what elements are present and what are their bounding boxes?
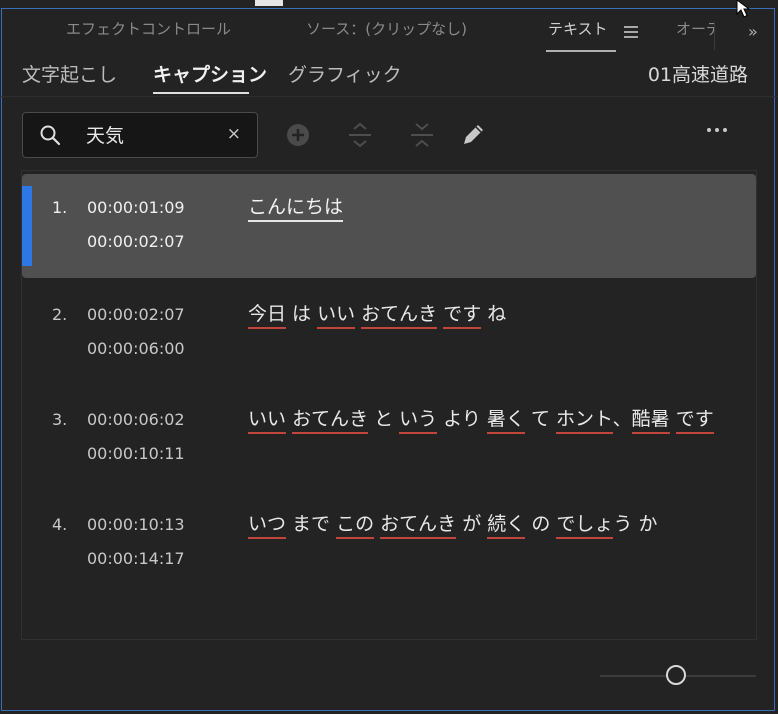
caption-out-timecode[interactable]: 00:00:10:11 <box>87 444 185 463</box>
caption-word[interactable]: いつ <box>248 513 287 539</box>
caption-in-timecode[interactable]: 00:00:02:07 <box>87 305 185 324</box>
tab-source[interactable]: ソース：(クリップなし) <box>306 18 467 39</box>
caption-word[interactable]: おてんき <box>292 408 369 434</box>
caption-word[interactable]: いう <box>399 408 438 434</box>
caption-word: は <box>286 303 318 325</box>
overflow-tabs-icon[interactable]: » <box>748 22 758 41</box>
more-options-icon[interactable] <box>707 128 727 132</box>
tab-divider <box>714 22 715 50</box>
caption-text[interactable]: 今日 は いい おてんき です ね <box>248 299 507 329</box>
selection-marker <box>22 186 32 266</box>
caption-out-timecode[interactable]: 00:00:02:07 <box>87 232 185 251</box>
caption-in-timecode[interactable]: 00:00:01:09 <box>87 198 185 217</box>
caption-word[interactable]: おてんき <box>361 303 438 329</box>
caption-in-timecode[interactable]: 00:00:10:13 <box>87 515 185 534</box>
caption-word[interactable]: 酷暑 <box>631 408 670 434</box>
caption-number: 1. <box>52 198 68 217</box>
zoom-slider-handle[interactable] <box>666 665 686 685</box>
caption-word[interactable]: 暑く <box>486 408 525 434</box>
caption-number: 2. <box>52 305 68 324</box>
caption-text[interactable]: こんにちは <box>248 192 344 222</box>
panel-tab-bar: エフェクトコントロール ソース：(クリップなし) テキスト オーデ » <box>0 8 778 52</box>
panel-drag-handle[interactable] <box>255 0 283 6</box>
caption-word[interactable]: 今日 <box>248 303 287 329</box>
search-input[interactable]: 天気 <box>86 121 124 148</box>
caption-word[interactable]: おてんき <box>380 513 457 539</box>
caption-word[interactable]: です <box>675 408 714 434</box>
subtab-graphics[interactable]: グラフィック <box>288 60 402 87</box>
split-caption-icon[interactable] <box>346 121 374 149</box>
tab-effect-controls[interactable]: エフェクトコントロール <box>66 18 231 39</box>
caption-word[interactable]: いい <box>317 303 356 329</box>
caption-word: う か <box>613 513 658 535</box>
caption-out-timecode[interactable]: 00:00:06:00 <box>87 339 185 358</box>
add-caption-icon[interactable] <box>284 121 312 149</box>
caption-word: て <box>524 408 556 430</box>
caption-word[interactable]: この <box>336 513 375 539</box>
caption-word: より <box>437 408 487 430</box>
caption-list: 1. 00:00:01:09 00:00:02:07 こんにちは 2. 00:00:02:… <box>21 170 757 640</box>
caption-word: 、 <box>612 408 632 430</box>
merge-caption-icon[interactable] <box>408 121 436 149</box>
caption-word <box>670 408 676 432</box>
caption-word[interactable]: 続く <box>487 513 526 539</box>
caption-word[interactable]: いい <box>248 408 287 434</box>
caption-word: が <box>456 513 488 535</box>
edit-icon[interactable] <box>459 121 487 149</box>
tab-text[interactable]: テキスト <box>548 18 608 39</box>
tab-audio[interactable]: オーデ <box>676 18 714 39</box>
caption-word[interactable]: ホント <box>556 408 613 434</box>
panel-menu-icon[interactable] <box>624 26 638 38</box>
text-subtab-bar: 文字起こし キャプション グラフィック 01高速道路 <box>0 52 778 97</box>
caption-number: 4. <box>52 515 68 534</box>
subtab-transcript[interactable]: 文字起こし <box>22 60 117 87</box>
sequence-name: 01高速道路 <box>647 64 748 86</box>
caption-word: の <box>525 513 557 535</box>
caption-word: まで <box>286 513 337 535</box>
caption-word: ね <box>481 303 507 325</box>
search-icon <box>40 125 61 146</box>
caption-out-timecode[interactable]: 00:00:14:17 <box>87 549 185 568</box>
caption-row[interactable]: 2. 00:00:02:07 00:00:06:00 今日 は いい おてんき です … <box>22 281 756 385</box>
caption-word[interactable]: です <box>443 303 482 329</box>
zoom-slider[interactable] <box>600 663 756 689</box>
subtab-captions-underline <box>153 92 249 94</box>
caption-word: と <box>368 408 400 430</box>
subtab-captions[interactable]: キャプション <box>153 60 267 87</box>
search-field[interactable]: 天気 × <box>22 112 258 158</box>
mouse-cursor-icon <box>736 0 751 18</box>
caption-word[interactable]: こんにちは <box>248 196 344 222</box>
caption-text[interactable]: いい おてんき と いう より 暑く て ホント、酷暑 です <box>248 404 714 434</box>
caption-row[interactable]: 3. 00:00:06:02 00:00:10:11 いい おてんき と いう より … <box>22 386 756 490</box>
caption-row[interactable]: 4. 00:00:10:13 00:00:14:17 いつ まで この おてんき が … <box>22 491 756 595</box>
caption-in-timecode[interactable]: 00:00:06:02 <box>87 410 185 429</box>
caption-row[interactable]: 1. 00:00:01:09 00:00:02:07 こんにちは <box>22 174 756 278</box>
caption-text[interactable]: いつ まで この おてんき が 続く の でしょう か <box>248 509 658 539</box>
caption-number: 3. <box>52 410 68 429</box>
caption-word[interactable]: でしょ <box>556 513 614 539</box>
clear-icon[interactable]: × <box>227 124 241 144</box>
